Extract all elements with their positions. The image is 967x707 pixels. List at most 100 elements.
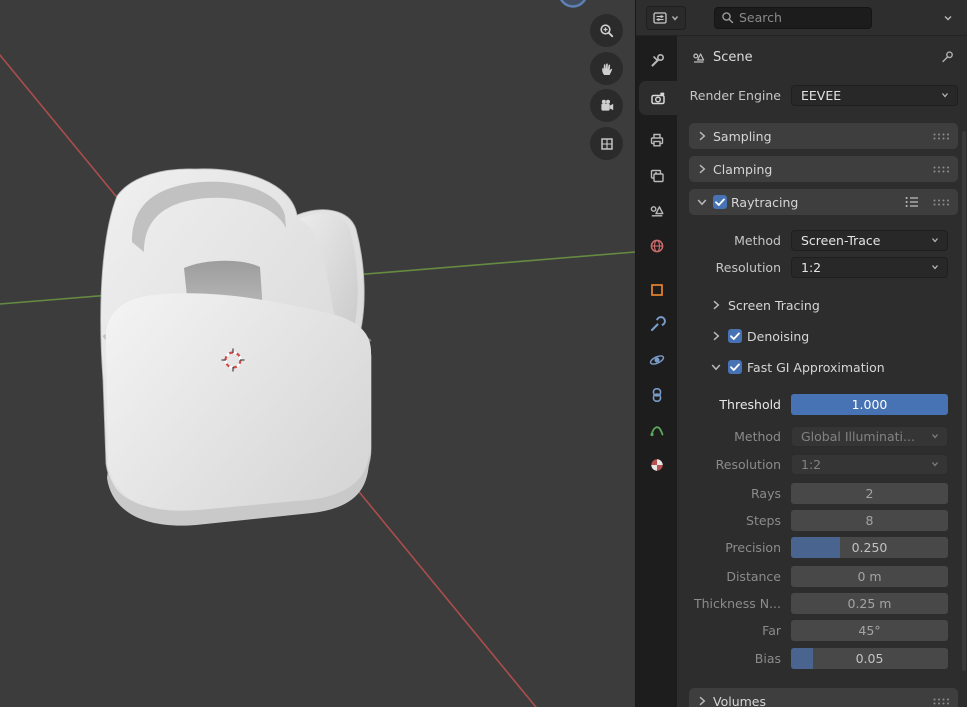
grip-dots-icon[interactable] xyxy=(932,697,950,706)
fast-gi-method-row: Method Global Illuminati... xyxy=(677,423,967,449)
distance-row: Distance 0 m xyxy=(677,563,967,589)
screen-tracing-title: Screen Tracing xyxy=(728,298,820,313)
tab-tool[interactable] xyxy=(636,44,677,78)
section-sampling[interactable]: Sampling xyxy=(689,123,958,149)
rays-label: Rays xyxy=(677,486,791,501)
checkbox-check xyxy=(728,360,742,374)
tab-view-layer[interactable] xyxy=(636,159,677,193)
section-clamping[interactable]: Clamping xyxy=(689,156,958,182)
subsection-denoising[interactable]: Denoising xyxy=(677,324,967,348)
chevron-down-icon xyxy=(695,195,709,209)
section-clamping-title: Clamping xyxy=(713,162,772,177)
raytracing-checkbox[interactable] xyxy=(713,195,727,209)
constraints-icon xyxy=(648,386,666,404)
fast-gi-method-label: Method xyxy=(677,429,791,444)
breadcrumb-scene[interactable]: Scene xyxy=(713,50,753,65)
tab-physics[interactable] xyxy=(636,343,677,377)
scrollbar-thumb[interactable] xyxy=(962,131,966,671)
view-layer-icon xyxy=(648,167,666,185)
fast-gi-checkbox[interactable] xyxy=(728,360,742,374)
steps-field[interactable]: 8 xyxy=(791,510,948,531)
tab-constraints[interactable] xyxy=(636,378,677,412)
fast-gi-method-dropdown[interactable]: Global Illuminati... xyxy=(791,426,948,447)
resolution-label: Resolution xyxy=(677,260,791,275)
chevron-down-icon xyxy=(930,235,940,245)
tab-object[interactable] xyxy=(636,273,677,307)
thickness-field[interactable]: 0.25 m xyxy=(791,593,948,614)
world-icon xyxy=(648,237,666,255)
raytracing-method-dropdown[interactable]: Screen-Trace xyxy=(791,230,948,251)
tab-material[interactable] xyxy=(636,448,677,482)
properties-header xyxy=(636,0,967,36)
bias-label: Bias xyxy=(677,651,791,666)
threshold-label: Threshold xyxy=(677,397,791,412)
thickness-value: 0.25 m xyxy=(848,596,892,611)
tab-render[interactable] xyxy=(639,81,677,115)
search-icon xyxy=(721,11,734,24)
tab-world[interactable] xyxy=(636,229,677,263)
fast-gi-resolution-dropdown[interactable]: 1:2 xyxy=(791,454,948,475)
section-raytracing-title: Raytracing xyxy=(731,195,798,210)
toggle-projection-button[interactable] xyxy=(590,127,623,160)
editor-type-button[interactable] xyxy=(646,6,686,30)
far-field[interactable]: 45° xyxy=(791,620,948,641)
distance-field[interactable]: 0 m xyxy=(791,566,948,587)
chevron-down-icon xyxy=(930,262,940,272)
subsection-fast-gi[interactable]: Fast GI Approximation xyxy=(677,355,967,379)
precision-slider[interactable]: 0.250 xyxy=(791,537,948,558)
render-engine-value: EEVEE xyxy=(801,88,940,103)
steps-label: Steps xyxy=(677,513,791,528)
header-options-button[interactable] xyxy=(937,7,959,29)
camera-view-button[interactable] xyxy=(590,89,623,122)
zoom-button[interactable] xyxy=(590,14,623,47)
threshold-slider[interactable]: 1.000 xyxy=(791,394,948,415)
grip-dots-icon[interactable] xyxy=(932,132,950,141)
list-options-icon[interactable] xyxy=(904,195,920,209)
navigation-gizmo[interactable] xyxy=(560,0,587,7)
chevron-down-icon xyxy=(709,360,723,374)
pan-button[interactable] xyxy=(590,52,623,85)
properties-editor: Scene Render Engine EEVEE xyxy=(635,0,967,707)
bias-value: 0.05 xyxy=(791,648,948,669)
grip-dots-icon[interactable] xyxy=(932,198,950,207)
grip-dots-icon[interactable] xyxy=(932,165,950,174)
scene-icon xyxy=(691,50,706,65)
pin-button[interactable] xyxy=(939,49,955,65)
zoom-icon xyxy=(598,22,616,40)
output-icon xyxy=(648,131,666,149)
rays-value: 2 xyxy=(866,486,874,501)
render-engine-dropdown[interactable]: EEVEE xyxy=(791,85,958,106)
bias-slider[interactable]: 0.05 xyxy=(791,648,948,669)
rays-field[interactable]: 2 xyxy=(791,483,948,504)
tab-scene[interactable] xyxy=(636,194,677,228)
fast-gi-resolution-row: Resolution 1:2 xyxy=(677,451,967,477)
blender-window: Scene Render Engine EEVEE xyxy=(0,0,967,707)
scene-props-icon xyxy=(648,202,666,220)
breadcrumb: Scene xyxy=(677,36,967,68)
3d-viewport[interactable] xyxy=(0,0,635,707)
render-engine-row: Render Engine EEVEE xyxy=(677,82,967,108)
bias-row: Bias 0.05 xyxy=(677,645,967,671)
far-label: Far xyxy=(677,623,791,638)
thickness-row: Thickness N... 0.25 m xyxy=(677,590,967,616)
distance-value: 0 m xyxy=(857,569,881,584)
section-raytracing[interactable]: Raytracing xyxy=(689,189,958,215)
viewport-scene xyxy=(0,0,635,707)
search-box xyxy=(714,7,872,29)
3d-object[interactable] xyxy=(101,169,371,526)
fast-gi-method-value: Global Illuminati... xyxy=(801,429,930,444)
raytracing-resolution-dropdown[interactable]: 1:2 xyxy=(791,257,948,278)
denoising-checkbox[interactable] xyxy=(728,329,742,343)
steps-value: 8 xyxy=(866,513,874,528)
tab-output[interactable] xyxy=(636,123,677,157)
thickness-label: Thickness N... xyxy=(677,596,791,611)
tab-modifiers[interactable] xyxy=(636,308,677,342)
subsection-screen-tracing[interactable]: Screen Tracing xyxy=(677,293,967,317)
search-input[interactable] xyxy=(739,10,865,25)
precision-label: Precision xyxy=(677,540,791,555)
section-volumes[interactable]: Volumes xyxy=(689,688,958,707)
threshold-value: 1.000 xyxy=(791,394,948,415)
render-engine-label: Render Engine xyxy=(677,88,791,103)
tab-particles[interactable] xyxy=(636,413,677,447)
method-label: Method xyxy=(677,233,791,248)
